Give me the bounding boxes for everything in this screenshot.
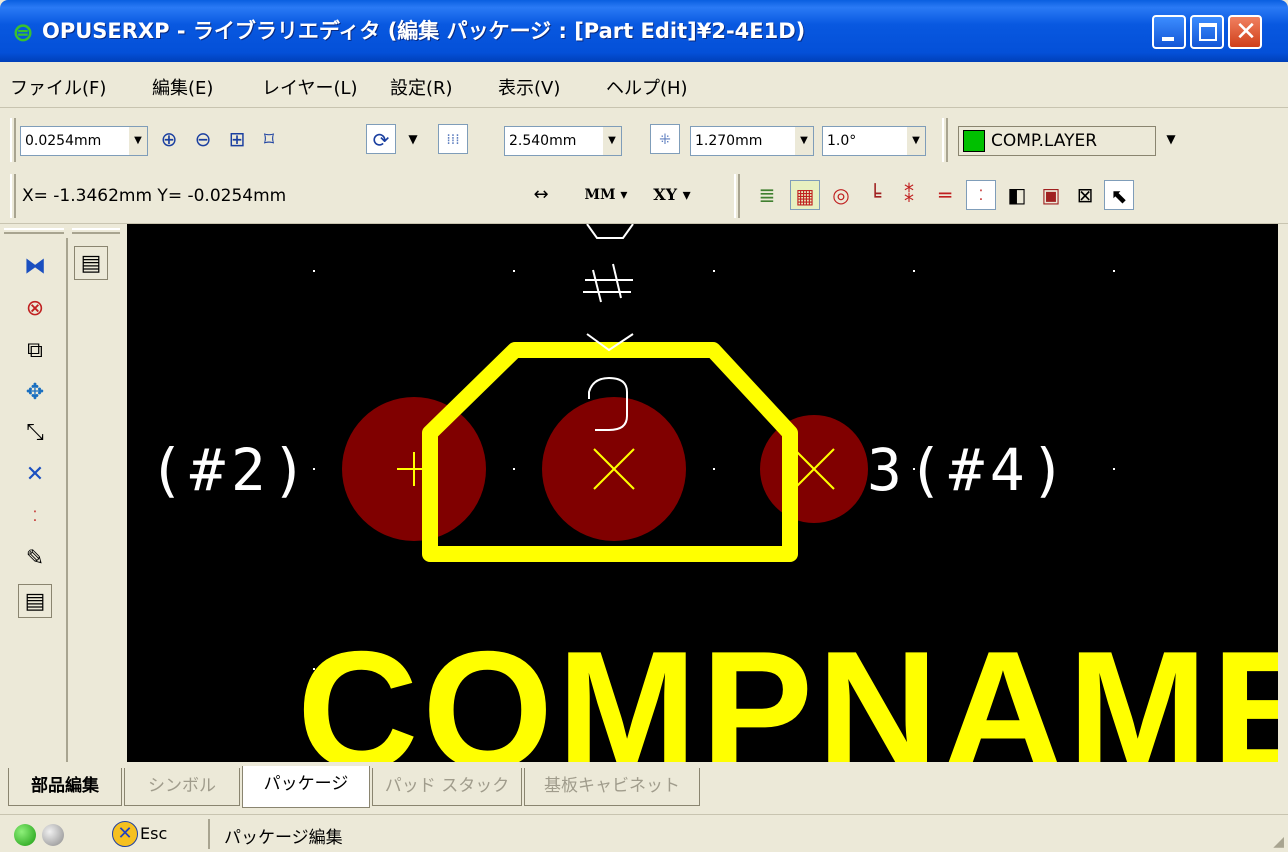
menu-help[interactable]: ヘルプ(H) bbox=[606, 74, 688, 100]
angle-select[interactable]: 1.0° ▼ bbox=[822, 126, 926, 156]
tab-board-cabinet: 基板キャビネット bbox=[524, 768, 700, 806]
status-toolbar: X= -1.3462mm Y= -0.0254mm ↔ MM ▾ XY ▾ ≣ … bbox=[0, 168, 1288, 224]
angle-value: 1.0° bbox=[827, 133, 857, 149]
step-select[interactable]: 0.0254mm ▼ bbox=[20, 126, 148, 156]
grid-size-select[interactable]: 2.540mm ▼ bbox=[504, 126, 622, 156]
zoom-fit-icon[interactable]: ⌑ bbox=[254, 124, 284, 154]
menu-layer[interactable]: レイヤー(L) bbox=[262, 74, 358, 100]
pad-check-icon[interactable]: ▦ bbox=[790, 180, 820, 210]
pin-number-icon[interactable]: ⁚ bbox=[966, 180, 996, 210]
status-led-gray-icon bbox=[42, 824, 64, 846]
cancel-icon[interactable]: ✕ bbox=[112, 821, 138, 847]
settings-icon[interactable]: ▤ bbox=[18, 584, 52, 618]
menu-file[interactable]: ファイル(F) bbox=[10, 74, 106, 100]
toolbar-grip bbox=[734, 174, 740, 218]
toolbar-grip bbox=[10, 118, 16, 162]
resize-icon[interactable]: ⤡ bbox=[18, 416, 52, 450]
status-led-green-icon bbox=[14, 824, 36, 846]
measure-icon[interactable]: ↔ bbox=[526, 180, 556, 210]
grid-size-value: 2.540mm bbox=[509, 133, 577, 149]
chevron-down-icon: ▼ bbox=[129, 127, 147, 155]
status-divider bbox=[208, 819, 210, 849]
snap-grid-icon[interactable]: ⁜ bbox=[650, 124, 680, 154]
pad-label-right: 3(#4) bbox=[867, 436, 1072, 504]
menu-view[interactable]: 表示(V) bbox=[498, 74, 560, 100]
app-icon: ⊜ bbox=[12, 18, 34, 48]
window-title: OPUSERXP - ライブラリエディタ (編集 パッケージ : [Part E… bbox=[42, 19, 806, 43]
snap-size-value: 1.270mm bbox=[695, 133, 763, 149]
coord-mode-value: XY bbox=[653, 185, 678, 204]
tab-symbol: シンボル bbox=[124, 768, 240, 806]
corner-icon[interactable]: ╘ bbox=[860, 180, 890, 210]
chevron-down-icon[interactable]: ▼ bbox=[398, 124, 428, 154]
layers-icon[interactable]: ≣ bbox=[752, 180, 782, 210]
editor-tabs: 部品編集 シンボル パッケージ パッド スタック 基板キャビネット bbox=[0, 762, 1288, 814]
zoom-out-icon[interactable]: ⊖ bbox=[188, 124, 218, 154]
resize-grip-icon[interactable]: ◢ bbox=[1273, 834, 1284, 850]
chevron-down-icon: ▼ bbox=[795, 127, 813, 155]
menu-settings[interactable]: 設定(R) bbox=[390, 74, 453, 100]
add-component-icon[interactable]: ⊗ bbox=[18, 292, 52, 326]
pad-label-left: (#2) bbox=[149, 436, 313, 504]
menu-bar: ファイル(F) 編集(E) レイヤー(L) 設定(R) 表示(V) ヘルプ(H) bbox=[0, 62, 1288, 108]
pin-icon[interactable]: ⁑ bbox=[894, 180, 924, 210]
chevron-down-icon: ▼ bbox=[907, 127, 925, 155]
chevron-down-icon[interactable]: ▼ bbox=[1156, 124, 1186, 154]
tab-pad-stack: パッド スタック bbox=[372, 768, 522, 806]
panel-grip bbox=[72, 228, 120, 234]
chevron-down-icon: ▼ bbox=[603, 127, 621, 155]
edit-text-icon[interactable]: ✎ bbox=[18, 542, 52, 576]
main-toolbar: 0.0254mm ▼ ⊕ ⊖ ⊞ ⌑ ⟳ ▼ ⁞⁞⁞ 2.540mm ▼ ⁜ 1.2… bbox=[0, 112, 1288, 168]
cursor-coordinates: X= -1.3462mm Y= -0.0254mm bbox=[22, 186, 287, 206]
panel-grip bbox=[4, 228, 64, 234]
minimize-button[interactable] bbox=[1152, 15, 1186, 49]
unit-select[interactable]: MM ▾ bbox=[578, 180, 634, 210]
renumber-icon[interactable]: ⁚ bbox=[18, 500, 52, 534]
zoom-window-icon[interactable]: ⊞ bbox=[222, 124, 252, 154]
coord-mode-select[interactable]: XY ▾ bbox=[646, 180, 698, 210]
mirror-icon[interactable]: ⧓ bbox=[18, 250, 52, 284]
panel-divider bbox=[66, 238, 68, 762]
status-bar: ✕ Esc パッケージ編集 ◢ bbox=[0, 814, 1288, 852]
snap-size-select[interactable]: 1.270mm ▼ bbox=[690, 126, 814, 156]
title-bar: ⊜ OPUSERXP - ライブラリエディタ (編集 パッケージ : [Part… bbox=[0, 0, 1288, 62]
line-icon[interactable]: ═ bbox=[930, 180, 960, 210]
properties-icon[interactable]: ▤ bbox=[74, 246, 108, 280]
unit-value: MM bbox=[584, 187, 616, 203]
grid-icon[interactable]: ⁞⁞⁞ bbox=[438, 124, 468, 154]
delete-icon[interactable]: ✕ bbox=[18, 458, 52, 492]
menu-edit[interactable]: 編集(E) bbox=[152, 74, 213, 100]
layer-select[interactable]: COMP.LAYER bbox=[958, 126, 1156, 156]
status-message: パッケージ編集 bbox=[224, 828, 343, 848]
maximize-button[interactable] bbox=[1190, 15, 1224, 49]
toolbar-grip bbox=[10, 174, 16, 218]
tab-part-edit[interactable]: 部品編集 bbox=[8, 768, 122, 806]
toolbar-grip bbox=[942, 118, 948, 162]
left-tool-panel: ▤ ⧓ ⊗ ⧉ ✥ ⤡ ✕ ⁚ ✎ ▤ bbox=[0, 224, 127, 762]
close-icon: ✕ bbox=[1235, 17, 1257, 47]
fill-icon[interactable]: ◧ bbox=[1002, 180, 1032, 210]
image-icon[interactable]: ⊠ bbox=[1070, 180, 1100, 210]
tab-package[interactable]: パッケージ bbox=[242, 766, 370, 808]
display-icon[interactable]: ▣ bbox=[1036, 180, 1066, 210]
select-cursor-icon[interactable]: ⬉ bbox=[1104, 180, 1134, 210]
layer-value: COMP.LAYER bbox=[991, 131, 1098, 151]
move-icon[interactable]: ✥ bbox=[18, 376, 52, 410]
refresh-icon[interactable]: ⟳ bbox=[366, 124, 396, 154]
vertical-scrollbar[interactable] bbox=[1278, 224, 1288, 762]
layer-color-swatch bbox=[963, 130, 985, 152]
step-value: 0.0254mm bbox=[25, 133, 102, 149]
esc-label: Esc bbox=[140, 824, 168, 843]
zoom-in-icon[interactable]: ⊕ bbox=[154, 124, 184, 154]
component-name-text[interactable]: COMPNAME bbox=[297, 626, 1278, 762]
editor-canvas[interactable]: (#2) 3(#4) COMPNAME bbox=[127, 224, 1278, 762]
close-button[interactable]: ✕ bbox=[1228, 15, 1262, 49]
via-icon[interactable]: ◎ bbox=[826, 180, 856, 210]
copy-icon[interactable]: ⧉ bbox=[18, 334, 52, 368]
